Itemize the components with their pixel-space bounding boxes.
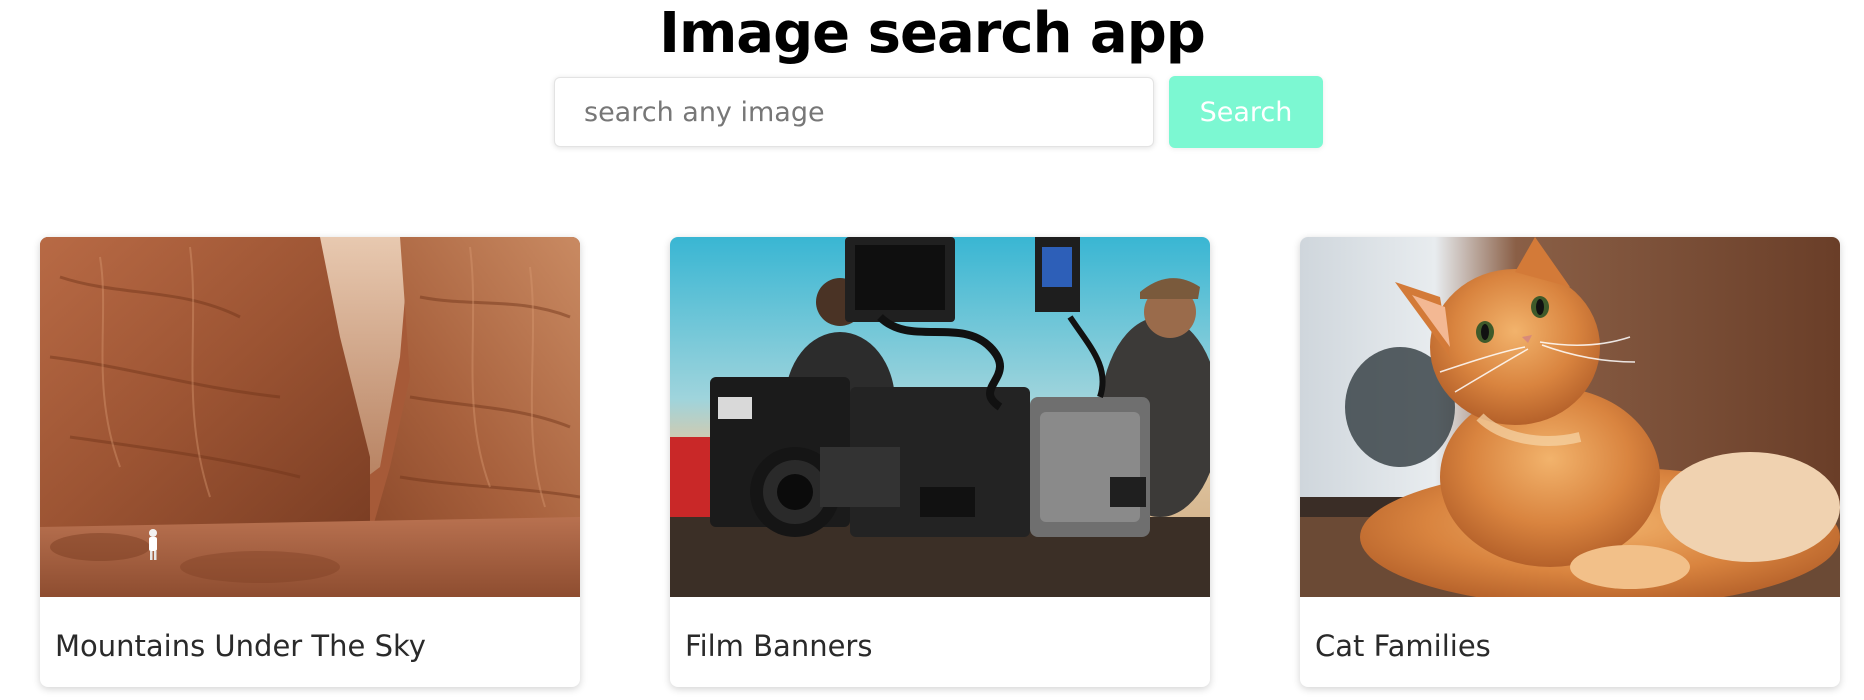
result-image-canyon[interactable] [40, 237, 580, 597]
search-input[interactable] [554, 77, 1154, 147]
result-image-cat[interactable] [1300, 237, 1840, 597]
result-card[interactable]: Mountains Under The Sky [40, 237, 580, 687]
app-page: Image search app Search [0, 0, 1864, 700]
result-title: Mountains Under The Sky [55, 629, 426, 663]
result-title: Film Banners [685, 629, 873, 663]
result-card[interactable]: Film Banners [670, 237, 1210, 687]
search-button[interactable]: Search [1169, 76, 1323, 148]
result-image-film-camera[interactable] [670, 237, 1210, 597]
page-title: Image search app [659, 1, 1206, 66]
result-card[interactable]: Cat Families [1300, 237, 1840, 687]
result-title: Cat Families [1315, 629, 1491, 663]
search-bar: Search [554, 76, 1323, 148]
